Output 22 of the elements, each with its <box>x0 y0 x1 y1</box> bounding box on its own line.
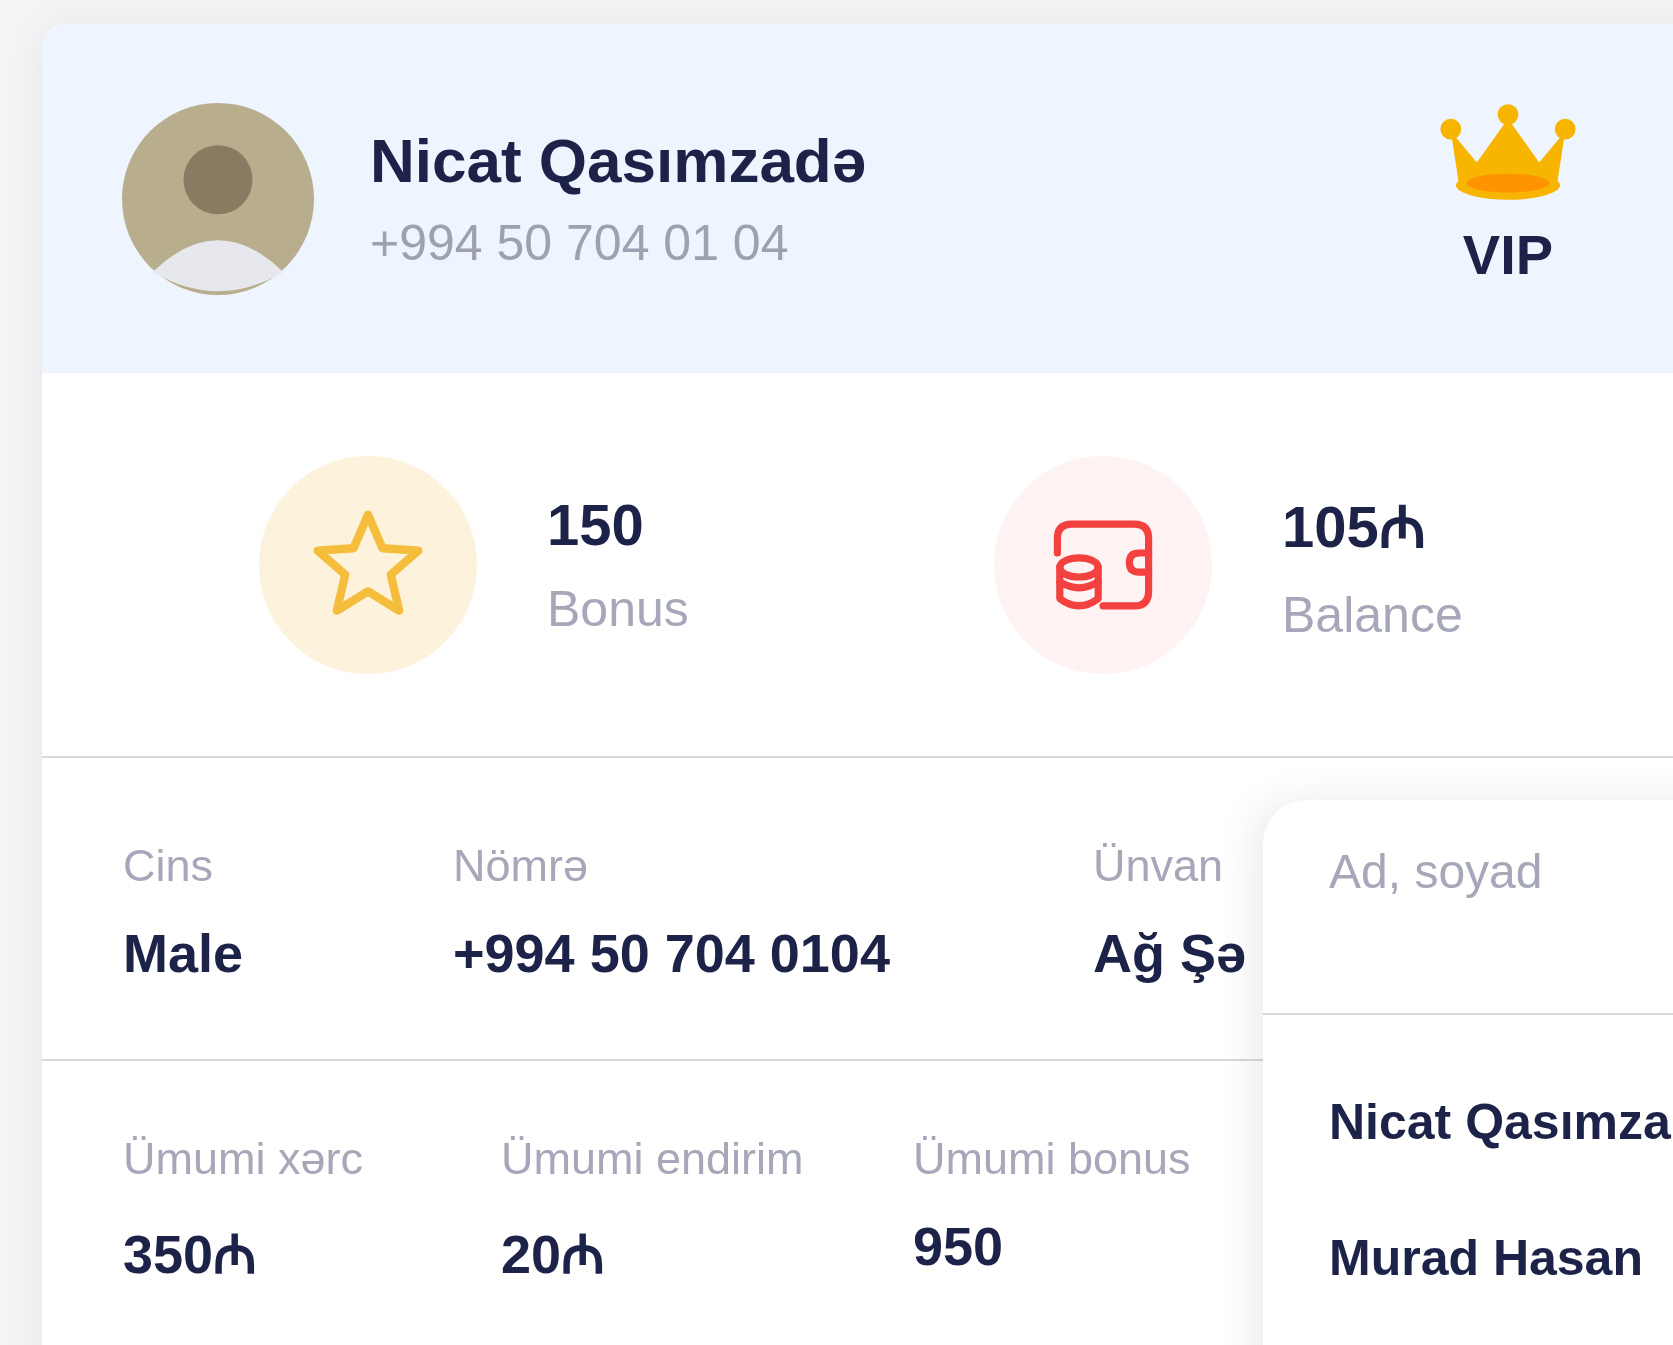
field-label: Ümumi endirim <box>501 1133 804 1185</box>
dropdown-option[interactable]: Nicat Qasımza <box>1263 1093 1673 1151</box>
customer-phone: +994 50 704 01 04 <box>370 214 790 272</box>
stat-label: Balance <box>1282 586 1463 644</box>
dropdown-option[interactable]: Murad Hasan <box>1263 1229 1673 1287</box>
field-value: Ağ Şə <box>1093 922 1247 984</box>
field-label: Nömrə <box>453 840 589 892</box>
field-value: Male <box>123 922 244 984</box>
field-label: Ümumi xərc <box>123 1133 363 1185</box>
tier-label: VIP <box>1462 222 1554 287</box>
field-value: 950 <box>913 1215 1004 1277</box>
field-label: Ünvan <box>1093 840 1224 892</box>
field-label: Ümumi bonus <box>913 1133 1191 1185</box>
name-input[interactable]: Ad, soyad <box>1263 800 1673 1015</box>
stat-label: Bonus <box>547 580 689 638</box>
field-value: +994 50 704 0104 <box>453 922 890 984</box>
field-value: 20₼ <box>501 1223 606 1286</box>
stat-value: 150 <box>547 491 645 558</box>
customer-name: Nicat Qasımzadə <box>370 125 868 196</box>
field-value: 350₼ <box>123 1223 258 1286</box>
stat-value: 105₼ <box>1282 493 1427 561</box>
field-label: Cins <box>123 840 214 892</box>
